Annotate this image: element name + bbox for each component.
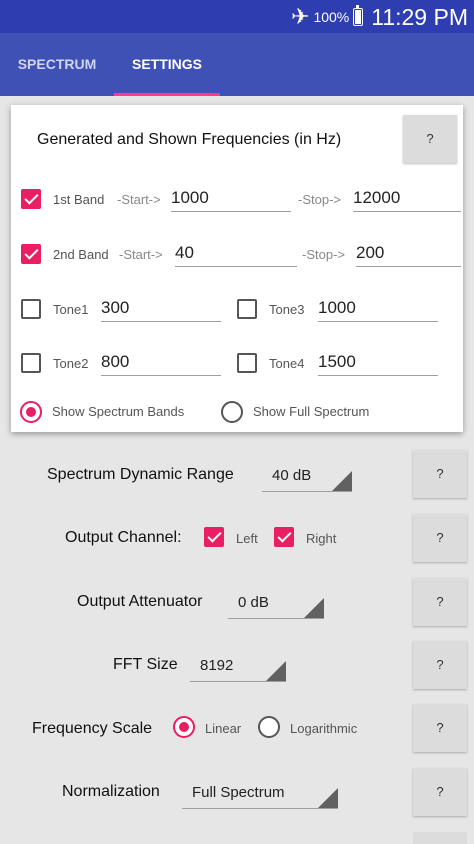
channel-right-label: Right: [306, 531, 337, 546]
battery-icon: [353, 5, 364, 26]
normalization-value: Full Spectrum: [192, 784, 285, 801]
attenuator-help-button[interactable]: ?: [413, 578, 467, 626]
scale-linear-radio[interactable]: [173, 716, 195, 738]
dynamic-range-value: 40 dB: [272, 467, 312, 484]
tab-spectrum[interactable]: SPECTRUM: [0, 33, 114, 96]
tone2-label: Tone2: [53, 356, 89, 371]
app-bar: SPECTRUM SETTINGS: [0, 33, 474, 96]
tone2-checkbox[interactable]: [21, 353, 41, 373]
status-bar: ✈ 100% 11:29 PM: [0, 0, 474, 33]
frequencies-title: Generated and Shown Frequencies (in Hz): [37, 131, 342, 148]
output-channel-label: Output Channel:: [65, 529, 182, 546]
normalization-select[interactable]: Full Spectrum: [182, 779, 338, 809]
channel-left-checkbox[interactable]: [204, 527, 224, 547]
tone1-field[interactable]: 300: [101, 296, 221, 322]
scale-log-label: Logarithmic: [290, 721, 358, 736]
band2-start-field[interactable]: 40: [175, 241, 297, 267]
frequencies-help-button[interactable]: ?: [403, 115, 457, 163]
scale-linear-label: Linear: [205, 721, 242, 736]
tone4-checkbox[interactable]: [237, 353, 257, 373]
dropdown-arrow-icon: [332, 471, 352, 491]
band2-start-label: -Start->: [119, 247, 163, 262]
frequencies-card: Generated and Shown Frequencies (in Hz) …: [11, 105, 463, 432]
tone1-checkbox[interactable]: [21, 299, 41, 319]
fft-size-label: FFT Size: [113, 656, 178, 673]
tone3-field[interactable]: 1000: [318, 296, 438, 322]
show-full-radio[interactable]: [221, 401, 243, 423]
attenuator-label: Output Attenuator: [77, 593, 203, 610]
dynamic-range-select[interactable]: 40 dB: [262, 462, 352, 492]
normalization-label: Normalization: [62, 783, 160, 800]
frequency-scale-label: Frequency Scale: [32, 720, 153, 737]
attenuator-select[interactable]: 0 dB: [228, 589, 324, 619]
fft-size-value: 8192: [200, 657, 234, 674]
frequency-scale-help-button[interactable]: ?: [413, 704, 467, 752]
dynamic-range-label: Spectrum Dynamic Range: [47, 466, 234, 483]
band1-label: 1st Band: [53, 192, 105, 207]
show-bands-radio[interactable]: [20, 401, 42, 423]
channel-right-checkbox[interactable]: [274, 527, 294, 547]
band2-stop-label: -Stop->: [302, 247, 345, 262]
output-channel-help-button[interactable]: ?: [413, 514, 467, 562]
band1-stop-label: -Stop->: [298, 192, 341, 207]
tone3-label: Tone3: [269, 302, 305, 317]
fft-size-select[interactable]: 8192: [190, 652, 286, 682]
tone3-checkbox[interactable]: [237, 299, 257, 319]
band1-start-label: -Start->: [117, 192, 161, 207]
status-icons: ✈ 100% 11:29 PM: [291, 3, 468, 31]
next-help-button-partial[interactable]: [413, 832, 467, 844]
band1-stop-field[interactable]: 12000: [353, 186, 461, 212]
band1-checkbox[interactable]: [21, 189, 41, 209]
band2-checkbox[interactable]: [21, 244, 41, 264]
tone4-label: Tone4: [269, 356, 305, 371]
scale-log-radio[interactable]: [258, 716, 280, 738]
dropdown-arrow-icon: [266, 661, 286, 681]
tone1-label: Tone1: [53, 302, 89, 317]
normalization-help-button[interactable]: ?: [413, 768, 467, 816]
dropdown-arrow-icon: [318, 788, 338, 808]
attenuator-value: 0 dB: [238, 594, 269, 611]
status-time: 11:29 PM: [371, 3, 468, 30]
band1-start-field[interactable]: 1000: [171, 186, 291, 212]
tone2-field[interactable]: 800: [101, 350, 221, 376]
channel-left-label: Left: [236, 531, 258, 546]
airplane-icon: ✈: [291, 4, 310, 29]
tone4-field[interactable]: 1500: [318, 350, 438, 376]
tab-settings[interactable]: SETTINGS: [114, 33, 220, 96]
dynamic-range-help-button[interactable]: ?: [413, 450, 467, 498]
band2-label: 2nd Band: [53, 247, 109, 262]
dropdown-arrow-icon: [304, 598, 324, 618]
battery-percent: 100%: [313, 9, 350, 25]
show-bands-label: Show Spectrum Bands: [52, 404, 185, 419]
show-full-label: Show Full Spectrum: [253, 404, 370, 419]
band2-stop-field[interactable]: 200: [356, 241, 461, 267]
fft-size-help-button[interactable]: ?: [413, 641, 467, 689]
